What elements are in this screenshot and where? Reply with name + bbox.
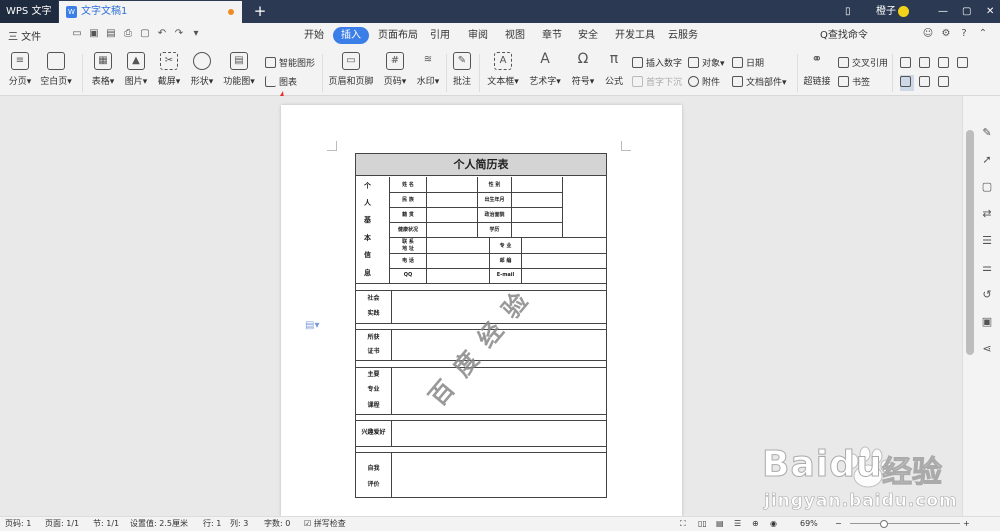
grid-line [391, 452, 392, 497]
web-view-icon[interactable]: ⊕ [752, 517, 759, 531]
label-address: 联 系 [402, 239, 414, 245]
grid-line [389, 192, 562, 193]
label-phone: 电 话 [402, 258, 414, 264]
grid-line [356, 452, 606, 453]
grid-line [389, 253, 606, 254]
label-social: 社会 [367, 295, 380, 302]
grid-line [391, 367, 392, 414]
label-birth: 出生年月 [484, 197, 505, 203]
read-mode-icon[interactable]: ▯▯ [698, 517, 707, 531]
label-ethnicity: 民 族 [402, 197, 414, 203]
margin-corner [621, 141, 631, 151]
outline-view-icon[interactable]: ☰ [734, 517, 741, 531]
label-postcode: 邮 编 [499, 258, 512, 264]
grid-line [356, 290, 606, 291]
page-view-icon[interactable]: ▤ [716, 517, 724, 531]
status-pages: 页面: 1/1 [45, 519, 80, 528]
scrollbar[interactable] [964, 120, 975, 360]
label-self: 自我 [367, 465, 380, 472]
label-health: 健康状况 [397, 227, 418, 233]
scroll-thumb[interactable] [966, 130, 974, 355]
grid-line [356, 446, 606, 447]
adjust-icon[interactable]: ⚌ [980, 261, 994, 275]
basic-info-char: 个 [364, 182, 371, 190]
spell-check-label: 拼写检查 [313, 519, 346, 528]
label-gender: 性 别 [488, 182, 501, 188]
label-cert-2: 证书 [367, 348, 380, 355]
resume-title: 个人简历表 [356, 154, 606, 176]
grid-line [356, 420, 606, 421]
brand-text-baidu: Baidu [761, 444, 883, 486]
label-hobby: 兴趣爱好 [361, 429, 386, 436]
grid-line [391, 290, 392, 323]
basic-info-char: 本 [364, 234, 371, 242]
paragraph-layout-icon[interactable]: ▤▾ [305, 320, 319, 331]
label-course-3: 课程 [367, 402, 380, 409]
status-page: 页码: 1 [5, 519, 32, 528]
label-name: 姓 名 [402, 182, 414, 188]
cursor-icon[interactable]: ➚ [980, 153, 994, 167]
basic-info-char: 人 [364, 199, 371, 207]
label-address-2: 地 址 [402, 246, 414, 252]
label-self-2: 评价 [367, 481, 380, 488]
history-icon[interactable]: ↺ [980, 288, 994, 302]
grid-line [562, 177, 563, 237]
right-panel: ✎ ➚ ▢ ⇄ ☰ ⚌ ↺ ▣ ⋖ [962, 96, 1000, 516]
label-major: 专 业 [499, 243, 512, 249]
brand-text-jingyan: 经验 [882, 455, 943, 491]
status-words: 字数: 0 [264, 519, 291, 528]
translate-icon[interactable]: ⇄ [980, 207, 994, 221]
baidu-logo: Baidu 经验 jingyan.baidu.com [761, 434, 962, 526]
status-section: 节: 1/1 [93, 519, 120, 528]
label-social-2: 实践 [367, 310, 380, 317]
label-qq: QQ [403, 272, 413, 278]
grid-line [391, 329, 392, 360]
grid-line [389, 207, 562, 208]
spell-check-button[interactable]: ☑ 拼写检查 [304, 517, 346, 531]
status-row: 行: 1 [203, 519, 222, 528]
margin-corner [327, 141, 337, 151]
basic-info-char: 基 [364, 216, 371, 224]
status-col: 列: 3 [230, 519, 249, 528]
status-setting: 设置值: 2.5厘米 [130, 519, 188, 528]
grid-line [356, 283, 606, 284]
brand-url: jingyan.baidu.com [764, 491, 958, 512]
grid-line [356, 414, 606, 415]
label-origin: 籍 贯 [402, 212, 414, 218]
label-course-2: 专业 [367, 386, 380, 393]
grid-line [391, 420, 392, 446]
zoom-in-button[interactable]: + [963, 517, 970, 531]
backup-icon[interactable]: ▣ [980, 315, 994, 329]
share-icon[interactable]: ⋖ [980, 342, 994, 356]
grid-line [389, 222, 562, 223]
label-course: 主要 [367, 371, 380, 378]
fullscreen-icon[interactable]: ⛶ [680, 517, 686, 531]
grid-line [389, 268, 606, 269]
basic-info-char: 息 [364, 269, 371, 277]
outline-icon[interactable]: ☰ [980, 234, 994, 248]
basic-info-char: 信 [364, 251, 371, 259]
lock-icon[interactable]: ▢ [980, 180, 994, 194]
label-politics: 政治面貌 [484, 212, 505, 218]
pen-icon[interactable]: ✎ [980, 126, 994, 140]
label-education: 学历 [489, 227, 500, 233]
